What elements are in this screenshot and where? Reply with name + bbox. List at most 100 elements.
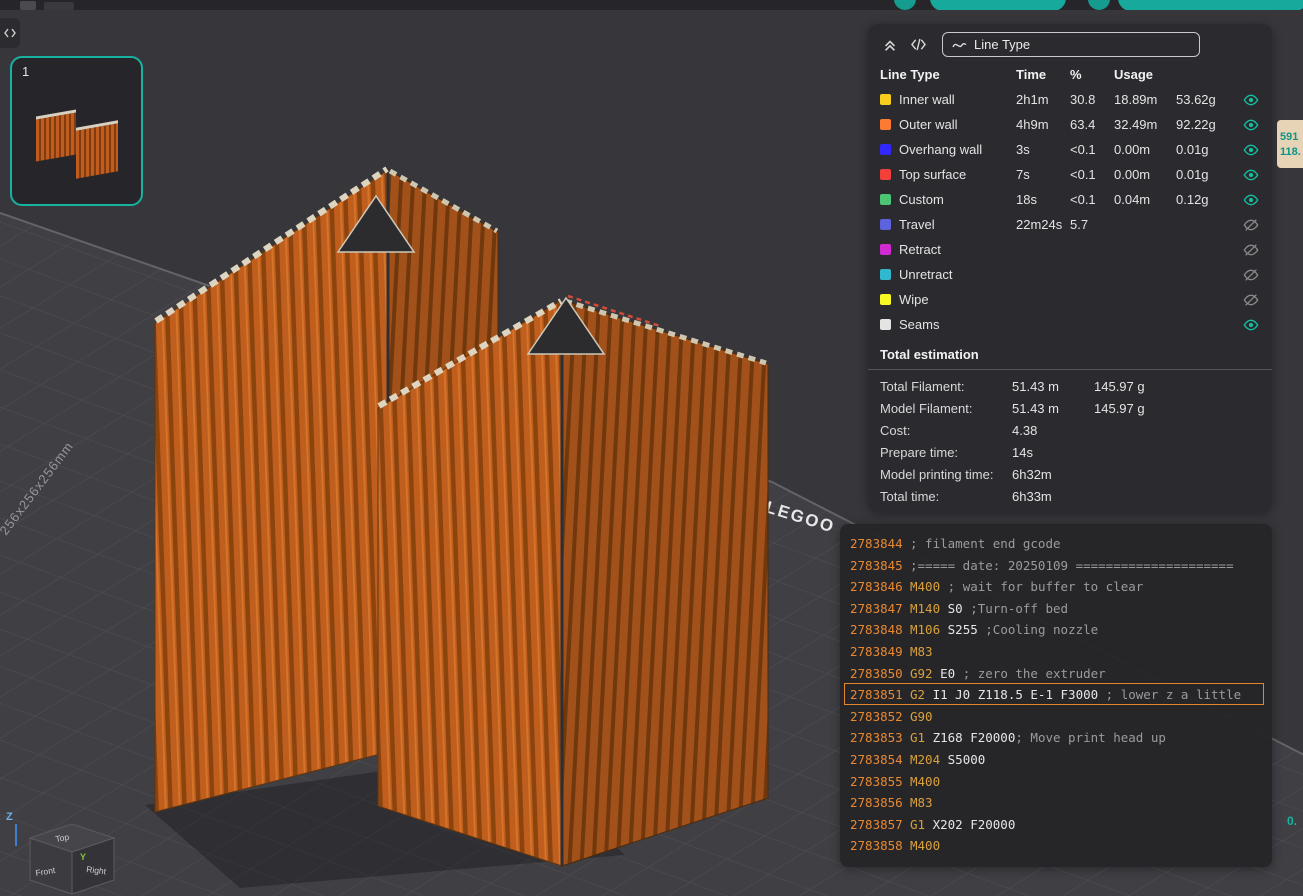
line-type-curve-icon: [952, 39, 967, 51]
total-row-label: Model Filament:: [880, 401, 1012, 416]
line-type-color-swatch: [880, 194, 891, 205]
gcode-line[interactable]: 2783852 G90: [844, 705, 1264, 727]
line-type-label: Seams: [899, 317, 939, 332]
gcode-line-number: 2783847: [845, 598, 910, 618]
gcode-line-text: G1 X202 F20000: [910, 814, 1015, 834]
visibility-eye-toggle[interactable]: [1242, 217, 1260, 233]
top-toolbar: [0, 0, 1303, 10]
total-estimation-rows: Total Filament: 51.43 m 145.97 g Model F…: [868, 375, 1272, 507]
gcode-viewer-panel[interactable]: 2783844 ; filament end gcode 2783845 ;==…: [840, 524, 1272, 867]
gcode-line-number: 2783857: [845, 814, 910, 834]
line-type-color-swatch: [880, 94, 891, 105]
slice-plate-button[interactable]: [930, 0, 1066, 10]
gcode-line-text: ; filament end gcode: [910, 533, 1061, 553]
line-type-row: Top surface 7s <0.1 0.00m 0.01g: [868, 162, 1272, 187]
line-type-usage-meters: 0.00m: [1114, 167, 1176, 182]
gcode-line-number: 2783848: [845, 619, 910, 639]
line-type-label: Top surface: [899, 167, 966, 182]
line-type-time: 4h9m: [1016, 117, 1070, 132]
gcode-line[interactable]: 2783848 M106 S255 ;Cooling nozzle: [844, 618, 1264, 640]
line-type-row: Inner wall 2h1m 30.8 18.89m 53.62g: [868, 87, 1272, 112]
total-estimation-row: Model Filament: 51.43 m 145.97 g: [868, 397, 1272, 419]
layer-slider-value: 591: [1280, 131, 1303, 143]
gcode-line-number: 2783854: [845, 749, 910, 769]
line-type-time: 2h1m: [1016, 92, 1070, 107]
layer-slider-tooltip[interactable]: 591 118.: [1277, 120, 1303, 168]
legend-rows: Inner wall 2h1m 30.8 18.89m 53.62g Outer…: [868, 87, 1272, 337]
model-tower-right[interactable]: [378, 296, 768, 866]
legend-column-headers: Line Type Time % Usage: [868, 61, 1272, 87]
line-type-percent: <0.1: [1070, 142, 1114, 157]
gcode-window-icon[interactable]: [908, 35, 928, 55]
gcode-line[interactable]: 2783850 G92 E0 ; zero the extruder: [844, 662, 1264, 684]
eye-visible-icon: [1243, 93, 1259, 107]
z-axis-label: Z: [6, 811, 13, 823]
sidebar-collapse-tab[interactable]: [0, 18, 20, 48]
line-type-row: Wipe: [868, 287, 1272, 312]
gcode-line[interactable]: 2783851 G2 I1 J0 Z118.5 E-1 F3000 ; lowe…: [844, 683, 1264, 705]
line-type-row: Retract: [868, 237, 1272, 262]
gcode-line[interactable]: 2783844 ; filament end gcode: [844, 532, 1264, 554]
gcode-line[interactable]: 2783849 M83: [844, 640, 1264, 662]
visibility-eye-toggle[interactable]: [1242, 192, 1260, 208]
gcode-line-number: 2783850: [845, 663, 910, 683]
line-type-color-swatch: [880, 219, 891, 230]
gcode-line-text: M83: [910, 792, 933, 812]
line-type-color-swatch: [880, 144, 891, 155]
line-type-usage-meters: 0.00m: [1114, 142, 1176, 157]
total-row-label: Model printing time:: [880, 467, 1012, 482]
gcode-line[interactable]: 2783858 M400: [844, 834, 1264, 856]
total-row-value-2: 145.97 g: [1094, 379, 1260, 394]
gcode-line[interactable]: 2783854 M204 S5000: [844, 748, 1264, 770]
total-estimation-title: Total estimation: [868, 337, 1272, 370]
line-type-row: Seams: [868, 312, 1272, 337]
gcode-line[interactable]: 2783853 G1 Z168 F20000; Move print head …: [844, 726, 1264, 748]
total-row-value-1: 4.38: [1012, 423, 1094, 438]
gcode-line-text: G1 Z168 F20000; Move print head up: [910, 727, 1166, 747]
total-estimation-row: Cost: 4.38: [868, 419, 1272, 441]
view-type-dropdown[interactable]: Line Type: [942, 32, 1200, 57]
line-type-percent: 5.7: [1070, 217, 1114, 232]
plate-thumbnail[interactable]: 1: [10, 56, 143, 206]
collapse-panel-icon[interactable]: [880, 35, 900, 55]
line-type-color-swatch: [880, 244, 891, 255]
slice-options-button[interactable]: [894, 0, 916, 10]
line-type-color-swatch: [880, 319, 891, 330]
gcode-line-number: 2783853: [845, 727, 910, 747]
total-row-label: Cost:: [880, 423, 1012, 438]
gcode-line[interactable]: 2783856 M83: [844, 791, 1264, 813]
visibility-eye-toggle[interactable]: [1242, 242, 1260, 258]
visibility-eye-toggle[interactable]: [1242, 92, 1260, 108]
line-type-row: Unretract: [868, 262, 1272, 287]
line-type-percent: 63.4: [1070, 117, 1114, 132]
total-row-label: Total Filament:: [880, 379, 1012, 394]
visibility-eye-toggle[interactable]: [1242, 117, 1260, 133]
gcode-line-text: G2 I1 J0 Z118.5 E-1 F3000 ; lower z a li…: [910, 684, 1241, 704]
visibility-eye-toggle[interactable]: [1242, 142, 1260, 158]
legend-header: Line Type: [868, 24, 1272, 61]
plate-number: 1: [22, 64, 29, 79]
line-type-color-swatch: [880, 119, 891, 130]
visibility-eye-toggle[interactable]: [1242, 317, 1260, 333]
gcode-line[interactable]: 2783855 M400: [844, 770, 1264, 792]
line-type-time: 7s: [1016, 167, 1070, 182]
print-options-button[interactable]: [1088, 0, 1110, 10]
gcode-lines: 2783844 ; filament end gcode 2783845 ;==…: [844, 532, 1264, 856]
visibility-eye-toggle[interactable]: [1242, 292, 1260, 308]
visibility-eye-toggle[interactable]: [1242, 267, 1260, 283]
gcode-line[interactable]: 2783847 M140 S0 ;Turn-off bed: [844, 597, 1264, 619]
gcode-line[interactable]: 2783845 ;===== date: 20250109 ==========…: [844, 554, 1264, 576]
gcode-line[interactable]: 2783846 M400 ; wait for buffer to clear: [844, 575, 1264, 597]
visibility-eye-toggle[interactable]: [1242, 167, 1260, 183]
gcode-line[interactable]: 2783857 G1 X202 F20000: [844, 813, 1264, 835]
preview-legend-panel: Line Type Line Type Time % Usage Inner w…: [868, 24, 1272, 512]
line-type-label: Wipe: [899, 292, 929, 307]
thumbnail-model-preview: [76, 120, 118, 178]
gcode-line-text: G90: [910, 706, 933, 726]
toolbar-icon[interactable]: [20, 1, 36, 10]
toolbar-icon[interactable]: [44, 2, 74, 10]
column-time: Time: [1016, 67, 1070, 82]
print-plate-button[interactable]: [1118, 0, 1303, 10]
eye-hidden-icon: [1243, 268, 1259, 282]
column-usage: Usage: [1114, 67, 1260, 82]
